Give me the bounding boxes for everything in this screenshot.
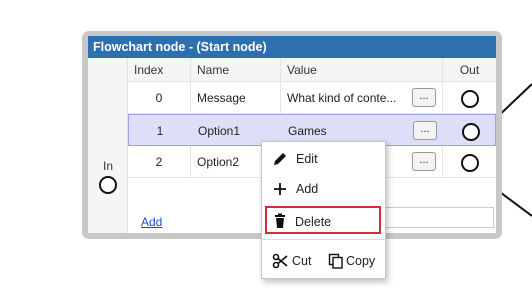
menu-item-label: Add (296, 182, 319, 196)
row-name[interactable]: Message (191, 82, 281, 113)
header-name[interactable]: Name (191, 58, 281, 81)
menu-item-label: Copy (346, 254, 376, 268)
context-menu: Edit Add Delete Cut Copy (261, 141, 386, 279)
menu-item-cut[interactable]: Cut (268, 249, 320, 273)
scissors-icon (272, 253, 288, 269)
header-index[interactable]: Index (128, 58, 191, 81)
row-value[interactable]: What kind of conte... ... (281, 82, 443, 113)
edit-value-button[interactable]: ... (412, 88, 436, 107)
menu-separator (262, 239, 385, 240)
row-out (443, 146, 496, 177)
trash-icon (275, 213, 285, 228)
in-column: In (88, 58, 128, 233)
in-port-icon[interactable] (99, 176, 117, 194)
plus-icon (274, 183, 286, 195)
menu-item-label: Edit (296, 152, 318, 166)
row-out (444, 115, 497, 145)
row-out (443, 82, 496, 113)
pencil-icon (274, 153, 286, 165)
menu-item-delete[interactable]: Delete (265, 206, 381, 234)
header-value[interactable]: Value (281, 58, 443, 81)
in-label: In (103, 159, 114, 173)
menu-item-copy[interactable]: Copy (324, 249, 384, 273)
add-row-link[interactable]: Add (141, 215, 162, 229)
menu-item-label: Cut (292, 254, 312, 268)
header-out[interactable]: Out (443, 58, 496, 81)
copy-icon (328, 253, 343, 269)
menu-item-edit[interactable]: Edit (268, 147, 378, 171)
table-row[interactable]: 0 Message What kind of conte... ... (128, 82, 496, 114)
row-index: 0 (128, 82, 191, 113)
new-row-input[interactable] (384, 207, 494, 228)
grid-header: Index Name Value Out (128, 58, 496, 82)
out-port-icon[interactable] (461, 154, 479, 172)
menu-item-label: Delete (295, 215, 332, 229)
edit-value-button[interactable]: ... (412, 152, 436, 171)
out-port-icon[interactable] (462, 123, 480, 141)
edit-value-button[interactable]: ... (413, 121, 437, 140)
node-title[interactable]: Flowchart node - (Start node) (88, 36, 496, 58)
row-value-text: What kind of conte... (287, 91, 397, 105)
row-index: 1 (129, 115, 192, 145)
row-index: 2 (128, 146, 191, 177)
menu-item-add[interactable]: Add (268, 177, 378, 201)
out-port-icon[interactable] (461, 90, 479, 108)
